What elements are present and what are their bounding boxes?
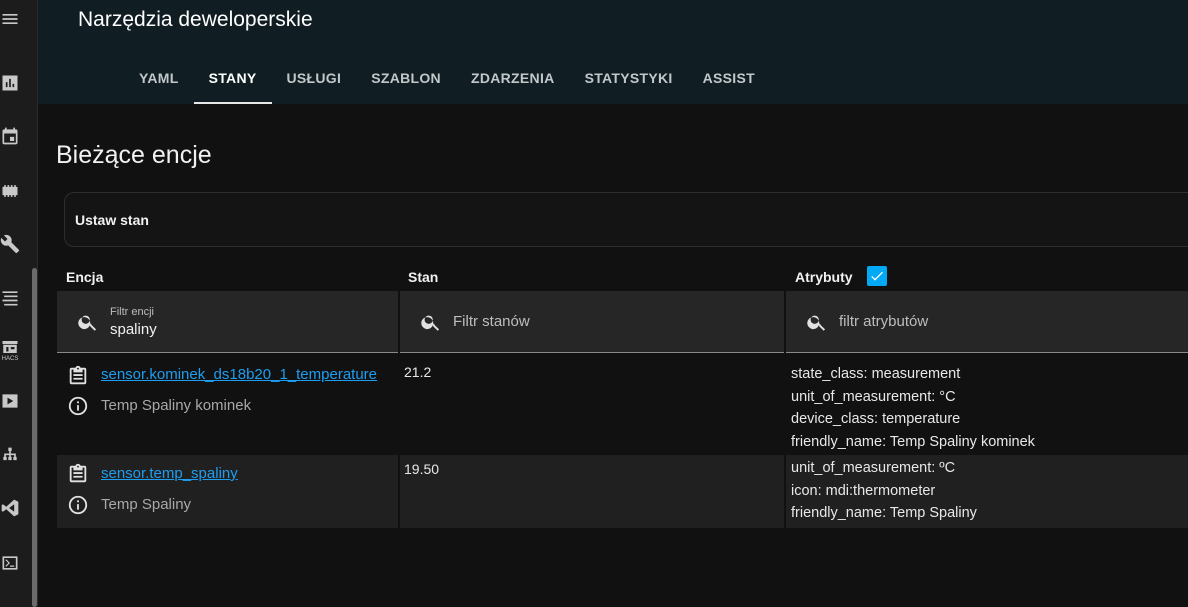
search-icon bbox=[420, 311, 442, 333]
sidebar-scrollbar[interactable] bbox=[32, 268, 37, 607]
attribute-list: unit_of_measurement: ºC icon: mdi:thermo… bbox=[791, 457, 977, 525]
set-state-label: Ustaw stan bbox=[75, 212, 149, 228]
memory-icon[interactable] bbox=[0, 180, 20, 202]
hacs-icon[interactable]: HACS bbox=[0, 336, 20, 364]
tab-bar: YAML STANY USŁUGI SZABLON ZDARZENIA STAT… bbox=[124, 52, 770, 104]
tab-zdarzenia[interactable]: ZDARZENIA bbox=[456, 52, 570, 104]
sidebar: HACS bbox=[0, 0, 38, 607]
chart-icon[interactable] bbox=[0, 72, 20, 94]
attribute-line: icon: mdi:thermometer bbox=[791, 482, 936, 499]
state-cell: 21.2 bbox=[400, 356, 784, 452]
entity-link[interactable]: sensor.temp_spaliny bbox=[101, 465, 238, 482]
column-header-state: Stan bbox=[408, 269, 439, 285]
state-value: 19.50 bbox=[404, 461, 440, 477]
info-icon[interactable] bbox=[67, 395, 89, 417]
vscode-icon[interactable] bbox=[0, 497, 20, 519]
entity-filter-label: Filtr encji bbox=[110, 306, 155, 318]
media-icon[interactable] bbox=[0, 390, 20, 412]
state-value: 21.2 bbox=[404, 364, 432, 380]
tab-assist[interactable]: ASSIST bbox=[688, 52, 770, 104]
page-header-title: Narzędzia deweloperskie bbox=[78, 8, 313, 31]
attributes-filter-field[interactable]: filtr atrybutów bbox=[786, 291, 1188, 353]
attribute-list: state_class: measurement unit_of_measure… bbox=[791, 363, 1035, 453]
network-icon[interactable] bbox=[0, 445, 20, 467]
search-icon bbox=[77, 311, 99, 333]
tab-uslugi[interactable]: USŁUGI bbox=[272, 52, 357, 104]
state-filter-placeholder: Filtr stanów bbox=[453, 313, 530, 330]
entity-link[interactable]: sensor.kominek_ds18b20_1_temperature bbox=[101, 366, 377, 383]
entity-filter-value[interactable]: spaliny bbox=[110, 321, 157, 338]
terminal-icon[interactable] bbox=[0, 552, 20, 574]
entity-cell: sensor.temp_spaliny Temp Spaliny bbox=[57, 455, 398, 528]
attribute-line: unit_of_measurement: °C bbox=[791, 388, 956, 405]
attributes-cell: unit_of_measurement: ºC icon: mdi:thermo… bbox=[786, 455, 1188, 528]
state-cell: 19.50 bbox=[400, 455, 784, 528]
info-icon[interactable] bbox=[67, 494, 89, 516]
clipboard-icon[interactable] bbox=[67, 463, 89, 485]
attributes-cell: state_class: measurement unit_of_measure… bbox=[786, 356, 1188, 452]
app-root: HACS Narzędzia deweloperskie YAML STANY … bbox=[0, 0, 1188, 607]
tab-stany[interactable]: STANY bbox=[193, 52, 272, 104]
attribute-line: friendly_name: Temp Spaliny bbox=[791, 505, 977, 521]
attribute-line: unit_of_measurement: ºC bbox=[791, 460, 956, 476]
wrench-icon[interactable] bbox=[0, 233, 20, 255]
tab-szablon[interactable]: SZABLON bbox=[356, 52, 456, 104]
table-row: sensor.temp_spaliny Temp Spaliny 19.50 u… bbox=[57, 455, 1188, 528]
page-title: Bieżące encje bbox=[56, 141, 212, 169]
entity-cell: sensor.kominek_ds18b20_1_temperature Tem… bbox=[57, 356, 398, 452]
attribute-line: device_class: temperature bbox=[791, 411, 961, 427]
check-icon bbox=[871, 271, 883, 281]
column-header-attributes: Atrybuty bbox=[795, 269, 853, 285]
attribute-line: state_class: measurement bbox=[791, 366, 961, 382]
tab-yaml[interactable]: YAML bbox=[124, 52, 194, 104]
format-list-icon[interactable] bbox=[0, 287, 20, 309]
clipboard-icon[interactable] bbox=[67, 365, 89, 387]
state-filter-field[interactable]: Filtr stanów bbox=[400, 291, 784, 353]
entity-friendly-name: Temp Spaliny bbox=[101, 496, 192, 513]
entity-filter-field[interactable]: Filtr encji spaliny bbox=[57, 291, 398, 353]
entity-friendly-name: Temp Spaliny kominek bbox=[101, 397, 252, 414]
column-header-entity: Encja bbox=[66, 269, 104, 285]
table-row: sensor.kominek_ds18b20_1_temperature Tem… bbox=[57, 356, 1188, 452]
menu-icon[interactable] bbox=[0, 8, 20, 30]
tab-statystyki[interactable]: STATYSTYKI bbox=[570, 52, 688, 104]
search-icon bbox=[806, 311, 828, 333]
hacs-label: HACS bbox=[1, 356, 19, 362]
calendar-icon[interactable] bbox=[0, 125, 20, 147]
attributes-filter-placeholder: filtr atrybutów bbox=[839, 313, 929, 330]
attributes-checkbox[interactable] bbox=[867, 266, 887, 286]
attribute-line: friendly_name: Temp Spaliny kominek bbox=[791, 433, 1035, 450]
set-state-panel[interactable]: Ustaw stan bbox=[64, 192, 1188, 247]
top-header: Narzędzia deweloperskie YAML STANY USŁUG… bbox=[38, 0, 1188, 104]
